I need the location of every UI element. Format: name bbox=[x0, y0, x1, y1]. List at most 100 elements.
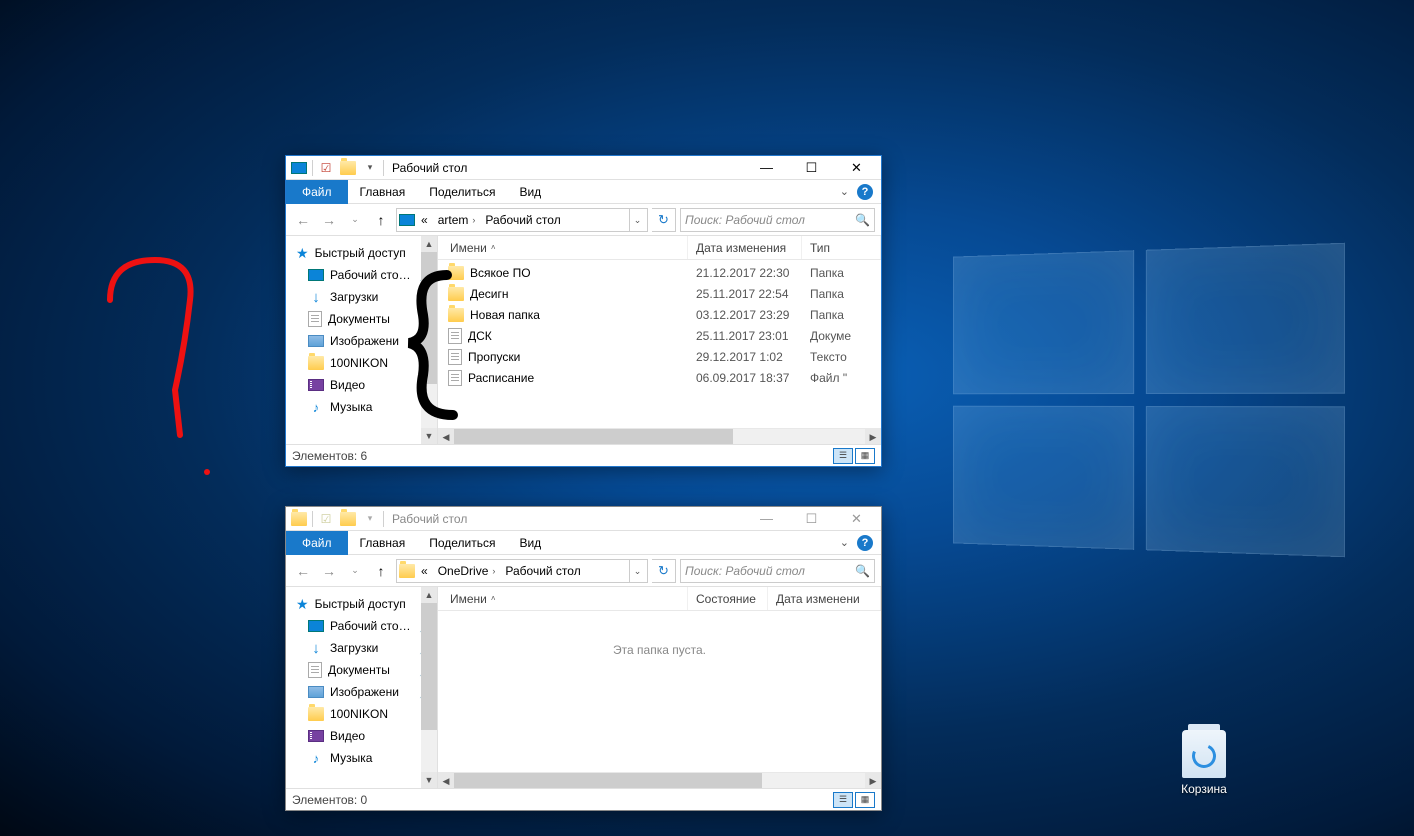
sidebar-item[interactable]: Изображени📌 bbox=[286, 330, 437, 352]
column-date[interactable]: Дата изменени bbox=[768, 587, 881, 610]
qat-dropdown-icon[interactable]: ▾ bbox=[362, 160, 378, 176]
minimize-button[interactable]: — bbox=[744, 156, 789, 180]
refresh-button[interactable]: ↻ bbox=[652, 208, 676, 232]
back-button[interactable]: ← bbox=[292, 209, 314, 231]
up-button[interactable]: ↑ bbox=[370, 209, 392, 231]
document-icon bbox=[308, 311, 322, 327]
statusbar: Элементов: 0 ☰ ▦ bbox=[286, 788, 881, 810]
view-icons-button[interactable]: ▦ bbox=[855, 792, 875, 808]
sidebar-quick-access[interactable]: ★Быстрый доступ bbox=[286, 242, 437, 264]
crumb-current[interactable]: Рабочий стол bbox=[481, 209, 564, 231]
search-icon: 🔍 bbox=[855, 213, 870, 227]
breadcrumb-dropdown[interactable]: ⌄ bbox=[629, 209, 645, 231]
search-placeholder: Поиск: Рабочий стол bbox=[685, 564, 855, 578]
close-button[interactable]: ✕ bbox=[834, 156, 879, 180]
crumb-prefix[interactable]: « bbox=[417, 209, 432, 231]
sidebar-item-label: Документы bbox=[328, 663, 390, 677]
sidebar-item[interactable]: Документы📌 bbox=[286, 659, 437, 681]
sidebar-item[interactable]: Рабочий сто…📌 bbox=[286, 264, 437, 286]
back-button[interactable]: ← bbox=[292, 560, 314, 582]
tab-home[interactable]: Главная bbox=[348, 531, 418, 555]
recycle-bin[interactable]: Корзина bbox=[1174, 730, 1234, 796]
crumb-current[interactable]: Рабочий стол bbox=[501, 560, 584, 582]
sidebar-item[interactable]: ♪Музыка bbox=[286, 747, 437, 769]
help-icon[interactable]: ? bbox=[857, 535, 873, 551]
sidebar-item[interactable]: ♪Музыка bbox=[286, 396, 437, 418]
music-icon: ♪ bbox=[308, 751, 324, 766]
file-row[interactable]: Расписание06.09.2017 18:37Файл " bbox=[438, 367, 881, 388]
maximize-button[interactable]: ☐ bbox=[789, 507, 834, 531]
column-state[interactable]: Состояние bbox=[688, 587, 768, 610]
crumb-prefix[interactable]: « bbox=[417, 560, 432, 582]
sidebar-item[interactable]: Изображени📌 bbox=[286, 681, 437, 703]
help-icon[interactable]: ? bbox=[857, 184, 873, 200]
close-button[interactable]: ✕ bbox=[834, 507, 879, 531]
qat-properties-icon[interactable]: ☑ bbox=[318, 511, 334, 527]
column-type[interactable]: Тип bbox=[802, 236, 881, 259]
tab-view[interactable]: Вид bbox=[507, 180, 553, 204]
tab-home[interactable]: Главная bbox=[348, 180, 418, 204]
breadcrumb-dropdown[interactable]: ⌄ bbox=[629, 560, 645, 582]
sidebar-item-label: Изображени bbox=[330, 685, 399, 699]
horizontal-scrollbar[interactable]: ◀▶ bbox=[438, 772, 881, 788]
crumb-parent[interactable]: OneDrive› bbox=[434, 560, 500, 582]
ribbon-expand-icon[interactable]: ⌄ bbox=[840, 185, 849, 198]
titlebar[interactable]: ☑ ▾ Рабочий стол — ☐ ✕ bbox=[286, 507, 881, 531]
forward-button[interactable]: → bbox=[318, 560, 340, 582]
file-type: Тексто bbox=[802, 350, 881, 364]
sidebar-item[interactable]: ↓Загрузки📌 bbox=[286, 286, 437, 308]
sidebar-item[interactable]: Рабочий сто…📌 bbox=[286, 615, 437, 637]
file-row[interactable]: ДСК25.11.2017 23:01Докуме bbox=[438, 325, 881, 346]
file-name: Расписание bbox=[468, 371, 534, 385]
up-button[interactable]: ↑ bbox=[370, 560, 392, 582]
window-title: Рабочий стол bbox=[392, 512, 467, 526]
sidebar-item[interactable]: Видео bbox=[286, 374, 437, 396]
search-input[interactable]: Поиск: Рабочий стол 🔍 bbox=[680, 208, 875, 232]
tab-file[interactable]: Файл bbox=[286, 180, 348, 204]
minimize-button[interactable]: — bbox=[744, 507, 789, 531]
file-row[interactable]: Десигн25.11.2017 22:54Папка bbox=[438, 283, 881, 304]
tab-share[interactable]: Поделиться bbox=[417, 180, 507, 204]
sidebar-quick-access[interactable]: ★Быстрый доступ bbox=[286, 593, 437, 615]
sidebar-item[interactable]: ↓Загрузки📌 bbox=[286, 637, 437, 659]
qat-properties-icon[interactable]: ☑ bbox=[318, 160, 334, 176]
file-type: Папка bbox=[802, 308, 881, 322]
file-row[interactable]: Пропуски29.12.2017 1:02Тексто bbox=[438, 346, 881, 367]
refresh-button[interactable]: ↻ bbox=[652, 559, 676, 583]
ribbon-tabs: Файл Главная Поделиться Вид ⌄ ? bbox=[286, 180, 881, 204]
view-icons-button[interactable]: ▦ bbox=[855, 448, 875, 464]
tab-view[interactable]: Вид bbox=[507, 531, 553, 555]
file-type: Папка bbox=[802, 266, 881, 280]
file-row[interactable]: Новая папка03.12.2017 23:29Папка bbox=[438, 304, 881, 325]
qat-dropdown-icon[interactable]: ▾ bbox=[362, 511, 378, 527]
maximize-button[interactable]: ☐ bbox=[789, 156, 834, 180]
search-input[interactable]: Поиск: Рабочий стол 🔍 bbox=[680, 559, 875, 583]
ribbon-expand-icon[interactable]: ⌄ bbox=[840, 536, 849, 549]
sidebar-item[interactable]: 100NIKON bbox=[286, 352, 437, 374]
breadcrumb[interactable]: « OneDrive› Рабочий стол ⌄ bbox=[396, 559, 648, 583]
column-name[interactable]: Имени˄ bbox=[442, 587, 688, 610]
forward-button[interactable]: → bbox=[318, 209, 340, 231]
document-icon bbox=[308, 662, 322, 678]
sidebar-item[interactable]: 100NIKON bbox=[286, 703, 437, 725]
sidebar-item[interactable]: Видео bbox=[286, 725, 437, 747]
recent-dropdown[interactable]: ⌄ bbox=[344, 560, 366, 582]
view-details-button[interactable]: ☰ bbox=[833, 792, 853, 808]
recent-dropdown[interactable]: ⌄ bbox=[344, 209, 366, 231]
horizontal-scrollbar[interactable]: ◀▶ bbox=[438, 428, 881, 444]
tab-share[interactable]: Поделиться bbox=[417, 531, 507, 555]
titlebar[interactable]: ☑ ▾ Рабочий стол — ☐ ✕ bbox=[286, 156, 881, 180]
column-name[interactable]: Имени˄ bbox=[442, 236, 688, 259]
column-date[interactable]: Дата изменения bbox=[688, 236, 802, 259]
sidebar: ★Быстрый доступРабочий сто…📌↓Загрузки📌До… bbox=[286, 587, 438, 788]
sidebar-scrollbar[interactable]: ▲▼ bbox=[421, 587, 437, 788]
qat-newfolder-icon[interactable] bbox=[340, 160, 356, 176]
crumb-parent[interactable]: artem› bbox=[434, 209, 480, 231]
breadcrumb[interactable]: « artem› Рабочий стол ⌄ bbox=[396, 208, 648, 232]
qat-newfolder-icon[interactable] bbox=[340, 511, 356, 527]
sidebar-scrollbar[interactable]: ▲▼ bbox=[421, 236, 437, 444]
view-details-button[interactable]: ☰ bbox=[833, 448, 853, 464]
sidebar-item[interactable]: Документы📌 bbox=[286, 308, 437, 330]
tab-file[interactable]: Файл bbox=[286, 531, 348, 555]
file-row[interactable]: Всякое ПО21.12.2017 22:30Папка bbox=[438, 262, 881, 283]
